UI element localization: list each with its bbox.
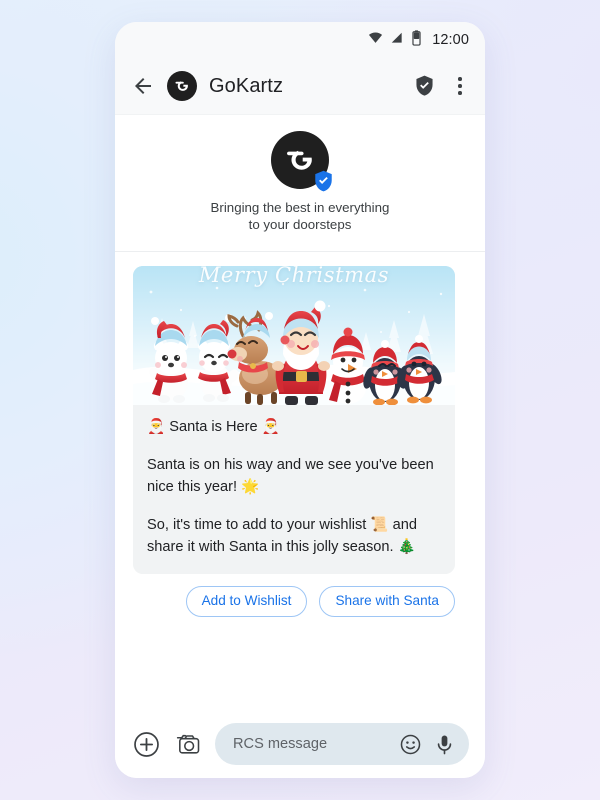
brand-avatar-wrapper [271,131,332,192]
verified-badge-icon [313,170,334,192]
emoji-smiley-icon[interactable] [399,733,422,756]
card-paragraph-1: Santa is on his way and we see you've be… [147,457,434,495]
rich-card-body: 🎅 Santa is Here 🎅 Santa is on his way an… [133,405,455,574]
brand-tagline: Bringing the best in everything to your … [185,199,415,233]
add-plus-icon[interactable] [133,731,160,758]
christmas-illustration: Merry Christmas [133,266,455,405]
microphone-icon[interactable] [433,733,456,756]
brand-tagline-line1: Bringing the best in everything [210,200,390,215]
rich-card-message[interactable]: Merry Christmas 🎅 Santa is Here 🎅 Santa … [133,266,455,574]
card-heading: 🎅 Santa is Here 🎅 [147,419,280,435]
wifi-icon [368,30,383,50]
back-arrow-icon[interactable] [131,74,155,98]
app-bar: GoKartz [115,58,485,115]
camera-icon[interactable] [174,731,201,758]
brand-tagline-line2: to your doorsteps [248,217,352,232]
phone-screen: 12:00 GoKartz Bringing the best in every… [115,22,485,778]
verified-shield-icon[interactable] [413,74,437,98]
card-paragraph-2: So, it's time to add to your wishlist 📜 … [147,517,417,555]
message-input-field[interactable]: RCS message [215,723,469,765]
status-bar: 12:00 [115,22,485,58]
illustration-artwork [133,266,455,405]
conversation-area: Merry Christmas 🎅 Santa is Here 🎅 Santa … [115,252,485,718]
add-to-wishlist-button[interactable]: Add to Wishlist [185,586,308,617]
message-placeholder: RCS message [233,736,328,752]
more-vert-icon[interactable] [449,77,471,95]
battery-icon [411,29,422,51]
message-composer: RCS message [115,710,485,778]
share-with-santa-button[interactable]: Share with Santa [319,586,455,617]
brand-intro-block: Bringing the best in everything to your … [115,115,485,252]
status-clock: 12:00 [432,32,469,48]
gokartz-logo-icon[interactable] [167,71,197,101]
signal-icon [390,31,404,50]
page-title: GoKartz [209,74,284,97]
suggested-actions: Add to Wishlist Share with Santa [133,586,455,617]
